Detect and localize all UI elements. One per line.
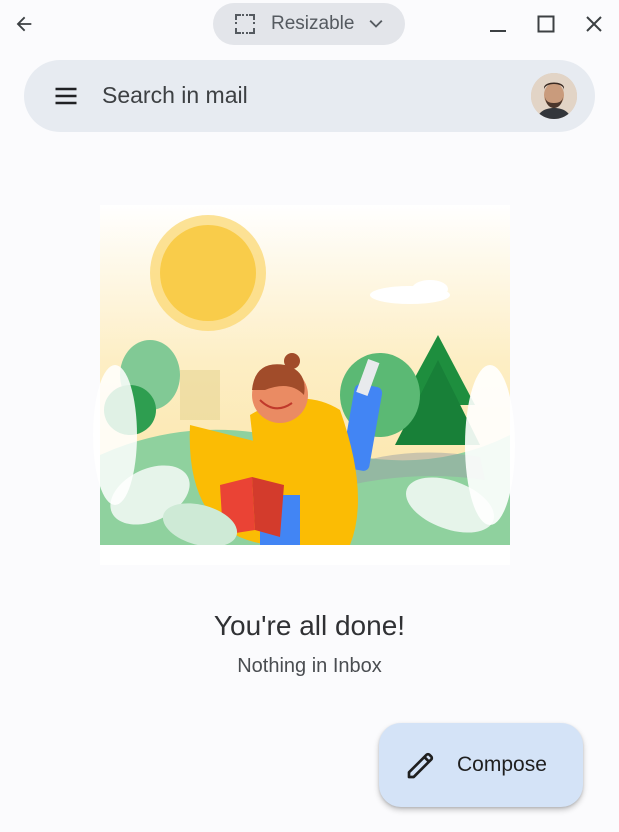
compose-label: Compose	[457, 753, 547, 776]
window-mode-dropdown[interactable]: Resizable	[213, 3, 405, 45]
close-button[interactable]	[578, 8, 610, 40]
avatar[interactable]	[531, 73, 577, 119]
close-icon	[586, 16, 602, 32]
window-mode-label: Resizable	[271, 13, 355, 34]
hamburger-menu-icon	[55, 87, 77, 105]
main-menu-button[interactable]	[46, 76, 86, 116]
inbox-empty-illustration	[80, 195, 530, 570]
pencil-icon	[405, 749, 437, 781]
account-avatar-icon	[531, 73, 577, 119]
chevron-down-icon	[366, 14, 386, 34]
maximize-button[interactable]	[530, 8, 562, 40]
compose-button[interactable]: Compose	[379, 723, 583, 807]
back-button[interactable]	[6, 6, 42, 42]
empty-state-subtitle: Nothing in Inbox	[237, 655, 382, 677]
maximize-icon	[537, 15, 555, 33]
window-titlebar: Resizable	[0, 0, 619, 48]
empty-state-title: You're all done!	[213, 610, 406, 641]
back-arrow-icon	[16, 16, 32, 32]
search-input[interactable]: Search in mail	[102, 82, 248, 109]
resize-icon	[235, 14, 255, 34]
search-bar[interactable]: Search in mail	[24, 60, 595, 132]
minimize-button[interactable]	[482, 8, 514, 40]
minimize-icon	[490, 30, 506, 32]
